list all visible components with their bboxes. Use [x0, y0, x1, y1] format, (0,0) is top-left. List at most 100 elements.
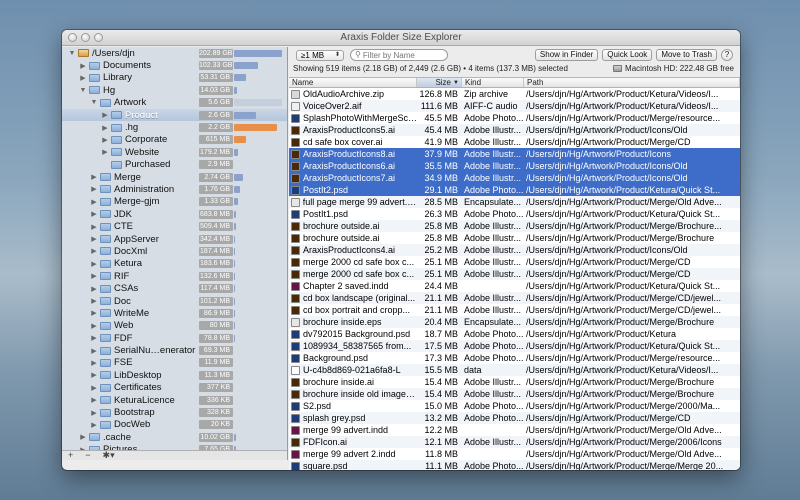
table-row[interactable]: S2.psd 15.0 MB Adobe Photo.../Users/djn/Hg…	[289, 400, 740, 412]
tree-item[interactable]: ▼ /Users/djn 202.89 GB	[62, 47, 287, 59]
tree-item[interactable]: ▶ AppServer 342.4 MB	[62, 233, 287, 245]
disclosure-closed-icon[interactable]: ▶	[101, 111, 109, 119]
tree-item[interactable]: ▶ Documents 102.33 GB	[62, 59, 287, 71]
table-row[interactable]: brochure outside.ai 25.8 MB Adobe Illustr.…	[289, 232, 740, 244]
table-row[interactable]: AraxisProductIcons8.ai 37.9 MB Adobe Illus…	[289, 148, 740, 160]
tree-item[interactable]: ▼ Artwork 5.6 GB	[62, 97, 287, 109]
table-row[interactable]: OldAudioArchive.zip 126.8 MB Zip archive/U…	[289, 88, 740, 100]
table-row[interactable]: Chapter 2 saved.indd 24.4 MB/Users/djn/Hg…	[289, 280, 740, 292]
disclosure-closed-icon[interactable]: ▶	[90, 322, 98, 330]
tree-item[interactable]: ▶ Product 2.6 GB	[62, 108, 287, 122]
table-row[interactable]: 1089934_58387565 from... 17.5 MB Adobe Pho…	[289, 340, 740, 352]
tree-item[interactable]: ▶ Website 179.2 MB	[62, 146, 287, 158]
table-row[interactable]: AraxisProductIcons5.ai 45.4 MB Adobe Illus…	[289, 124, 740, 136]
tree-item[interactable]: ▶ CSAs 117.4 MB	[62, 282, 287, 294]
table-row[interactable]: PostIt1.psd 26.3 MB Adobe Photo.../Users/d…	[289, 208, 740, 220]
minimize-window-button[interactable]	[81, 33, 90, 42]
tree-item[interactable]: ▶ DocXml 187.4 MB	[62, 245, 287, 257]
disclosure-closed-icon[interactable]: ▶	[90, 210, 98, 218]
tree-item[interactable]: ▶ .hg 2.2 GB	[62, 121, 287, 133]
table-row[interactable]: merge 2000 cd safe box c... 25.1 MB Adobe …	[289, 268, 740, 280]
action-menu-button[interactable]: ✱▾	[103, 451, 115, 460]
table-row[interactable]: AraxisProductIcons4.ai 25.2 MB Adobe Illus…	[289, 244, 740, 256]
tree-item[interactable]: ▶ Merge 2.74 GB	[62, 171, 287, 183]
help-button[interactable]: ?	[721, 49, 733, 61]
search-field[interactable]: ⚲	[350, 49, 448, 61]
search-input[interactable]	[362, 50, 443, 60]
table-row[interactable]: merge 2000 cd safe box c... 25.1 MB Adobe …	[289, 256, 740, 268]
disclosure-closed-icon[interactable]: ▶	[79, 74, 87, 82]
disclosure-closed-icon[interactable]: ▶	[90, 409, 98, 417]
table-row[interactable]: brochure outside.ai 25.8 MB Adobe Illustr.…	[289, 220, 740, 232]
disclosure-closed-icon[interactable]: ▶	[90, 347, 98, 355]
table-row[interactable]: FDFIcon.ai 12.1 MB Adobe Illustr... /Users/…	[289, 436, 740, 448]
close-window-button[interactable]	[68, 33, 77, 42]
tree-item[interactable]: ▶ LibDesktop 11.3 MB	[62, 369, 287, 381]
disclosure-closed-icon[interactable]: ▶	[79, 62, 87, 70]
table-row[interactable]: VoiceOver2.aif 111.6 MB AIFF-C audio/Users…	[289, 100, 740, 112]
table-row[interactable]: square.psd 11.1 MB Adobe Photo.../Users/dj…	[289, 460, 740, 470]
disclosure-closed-icon[interactable]: ▶	[101, 124, 109, 132]
remove-button[interactable]: −	[85, 451, 90, 460]
disclosure-closed-icon[interactable]: ▶	[90, 198, 98, 206]
table-row[interactable]: SplashPhotoWithMergeScr... 45.5 MB Adobe P…	[289, 112, 740, 124]
disclosure-closed-icon[interactable]: ▶	[90, 384, 98, 392]
tree-item[interactable]: ▶ Corporate 615 MB	[62, 134, 287, 146]
disclosure-open-icon[interactable]: ▼	[90, 99, 98, 106]
table-row[interactable]: U-c4b8d869-021a6fa8-L 15.5 MB data/Users/d…	[289, 364, 740, 376]
tree-item[interactable]: ▶ Ketura 183.6 MB	[62, 258, 287, 270]
table-row[interactable]: brochure inside old images.ai 15.4 MB Adob…	[289, 388, 740, 400]
disclosure-open-icon[interactable]: ▼	[68, 50, 76, 57]
disclosure-closed-icon[interactable]: ▶	[90, 285, 98, 293]
tree-item[interactable]: ▶ Administration 1.76 GB	[62, 183, 287, 195]
tree-item[interactable]: Purchased 2.9 MB	[62, 159, 287, 171]
tree-item[interactable]: ▶ CTE 509.4 MB	[62, 220, 287, 232]
table-row[interactable]: full page merge 99 advert.eps 28.5 MB Enca…	[289, 196, 740, 208]
table-row[interactable]: splash grey.psd 13.2 MB Adobe Photo.../Use…	[289, 412, 740, 424]
tree-item[interactable]: ▶ Library 53.31 GB	[62, 72, 287, 84]
disclosure-closed-icon[interactable]: ▶	[90, 260, 98, 268]
disclosure-closed-icon[interactable]: ▶	[90, 359, 98, 367]
tree-item[interactable]: ▶ DocWeb 20 KB	[62, 419, 287, 431]
zoom-window-button[interactable]	[94, 33, 103, 42]
add-button[interactable]: +	[68, 451, 73, 460]
table-row[interactable]: AraxisProductIcons7.ai 34.9 MB Adobe Illus…	[289, 172, 740, 184]
tree-item[interactable]: ▶ Bootstrap 328 KB	[62, 406, 287, 418]
disclosure-closed-icon[interactable]: ▶	[90, 371, 98, 379]
disclosure-closed-icon[interactable]: ▶	[90, 309, 98, 317]
move-to-trash-button[interactable]: Move to Trash	[656, 49, 717, 61]
disclosure-closed-icon[interactable]: ▶	[90, 223, 98, 231]
tree-item[interactable]: ▼ Hg 14.03 GB	[62, 84, 287, 96]
disclosure-closed-icon[interactable]: ▶	[90, 185, 98, 193]
tree-item[interactable]: ▶ Certificates 377 KB	[62, 382, 287, 394]
column-header-size[interactable]: Size ▼	[417, 78, 462, 87]
tree-item[interactable]: ▶ Merge-gjm 1.33 GB	[62, 196, 287, 208]
disclosure-closed-icon[interactable]: ▶	[90, 272, 98, 280]
tree-item[interactable]: ▶ .cache 10.02 GB	[62, 431, 287, 443]
tree-item[interactable]: ▶ WriteMe 86.9 MB	[62, 307, 287, 319]
disclosure-closed-icon[interactable]: ▶	[90, 396, 98, 404]
tree-item[interactable]: ▶ FSE 11.9 MB	[62, 357, 287, 369]
disclosure-closed-icon[interactable]: ▶	[101, 136, 109, 144]
tree-item[interactable]: ▶ Doc 101.2 MB	[62, 295, 287, 307]
table-row[interactable]: dv792015 Background.psd 18.7 MB Adobe Phot…	[289, 328, 740, 340]
tree-item[interactable]: ▶ KeturaLicence 336 KB	[62, 394, 287, 406]
tree-item[interactable]: ▶ RIF 132.6 MB	[62, 270, 287, 282]
disclosure-closed-icon[interactable]: ▶	[79, 433, 87, 441]
column-header-name[interactable]: Name	[289, 78, 417, 87]
tree-item[interactable]: ▶ JDK 683.8 MB	[62, 208, 287, 220]
disclosure-open-icon[interactable]: ▼	[79, 87, 87, 94]
disclosure-closed-icon[interactable]: ▶	[101, 148, 109, 156]
table-row[interactable]: cd box portrait and cropp... 21.1 MB Adobe…	[289, 304, 740, 316]
disclosure-closed-icon[interactable]: ▶	[90, 247, 98, 255]
tree-item[interactable]: ▶ SerialNu…enerator 69.3 MB	[62, 344, 287, 356]
show-in-finder-button[interactable]: Show in Finder	[534, 49, 599, 61]
quick-look-button[interactable]: Quick Look	[602, 49, 653, 61]
table-row[interactable]: Background.psd 17.3 MB Adobe Photo.../User…	[289, 352, 740, 364]
disclosure-closed-icon[interactable]: ▶	[90, 173, 98, 181]
disclosure-closed-icon[interactable]: ▶	[90, 334, 98, 342]
table-row[interactable]: merge 99 advert 2.indd 11.8 MB/Users/djn/…	[289, 448, 740, 460]
size-filter-popup[interactable]: ≥1 MB ⬍	[296, 49, 344, 61]
table-row[interactable]: merge 99 advert.indd 12.2 MB/Users/djn/Hg…	[289, 424, 740, 436]
column-header-kind[interactable]: Kind	[462, 78, 524, 87]
